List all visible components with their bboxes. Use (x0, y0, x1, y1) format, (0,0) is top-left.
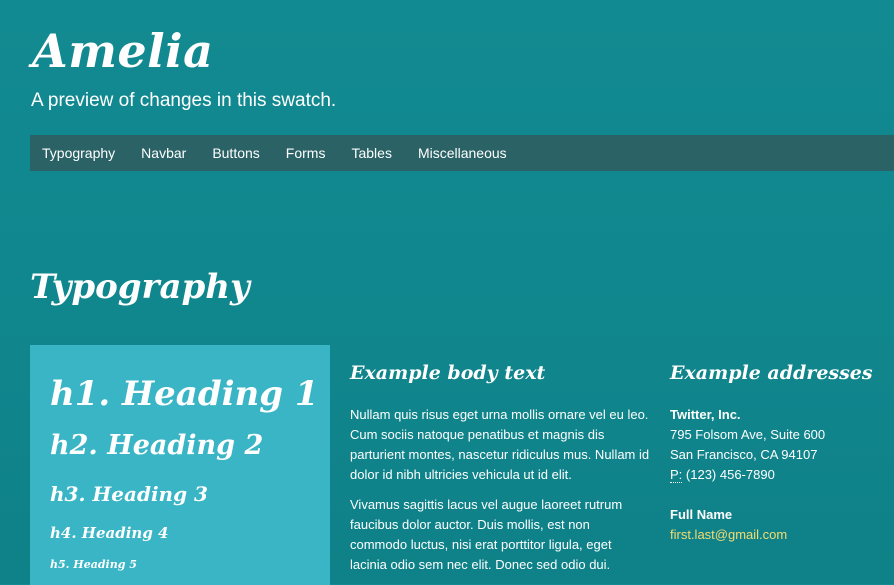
brand-tagline: A preview of changes in this swatch. (31, 90, 337, 111)
company-address: Twitter, Inc. 795 Folsom Ave, Suite 600 … (670, 405, 890, 485)
nav-item-buttons[interactable]: Buttons (199, 135, 272, 171)
company-city: San Francisco, CA 94107 (670, 447, 818, 462)
nav-item-typography[interactable]: Typography (30, 135, 128, 171)
person-address: Full Name first.last@gmail.com (670, 505, 890, 545)
body-text-title: Example body text (350, 362, 546, 384)
heading-5: h5. Heading 5 (50, 558, 137, 571)
navbar: Typography Navbar Buttons Forms Tables M… (30, 135, 894, 171)
nav-item-tables[interactable]: Tables (338, 135, 404, 171)
section-title: Typography (30, 267, 250, 307)
nav-item-navbar[interactable]: Navbar (128, 135, 199, 171)
person-name: Full Name (670, 507, 733, 522)
phone-abbr: P: (670, 467, 683, 483)
company-street: 795 Folsom Ave, Suite 600 (670, 427, 826, 442)
brand-title: Amelia (32, 24, 214, 78)
company-name: Twitter, Inc. (670, 407, 741, 422)
email-link[interactable]: first.last@gmail.com (670, 527, 787, 542)
heading-1: h1. Heading 1 (50, 374, 319, 414)
heading-2: h2. Heading 2 (50, 430, 264, 461)
heading-3: h3. Heading 3 (50, 482, 208, 506)
addresses-title: Example addresses (670, 362, 873, 384)
company-phone: (123) 456-7890 (682, 467, 775, 482)
nav-item-miscellaneous[interactable]: Miscellaneous (405, 135, 520, 171)
heading-4: h4. Heading 4 (50, 524, 169, 542)
body-paragraph-2: Vivamus sagittis lacus vel augue laoreet… (350, 497, 623, 572)
nav-item-forms[interactable]: Forms (273, 135, 339, 171)
headings-panel: h1. Heading 1 h2. Heading 2 h3. Heading … (30, 345, 330, 585)
body-paragraph-1: Nullam quis risus eget urna mollis ornar… (350, 407, 650, 482)
